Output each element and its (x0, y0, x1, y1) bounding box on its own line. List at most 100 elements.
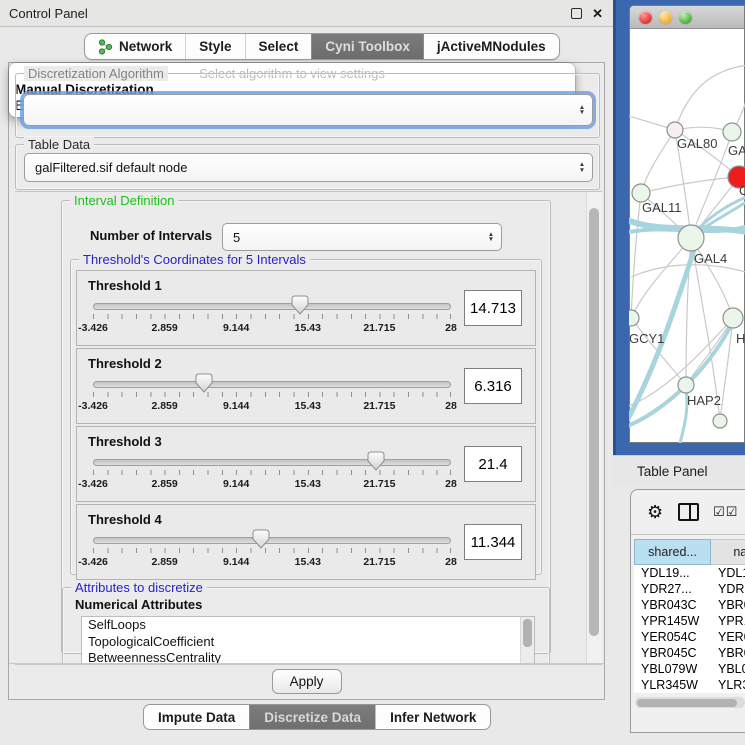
network-node-label: H (736, 331, 745, 346)
column-header-shared-name[interactable]: shared... (634, 539, 711, 565)
network-node-label: C (739, 183, 745, 198)
apply-button[interactable]: Apply (272, 669, 342, 694)
network-node-label: GAL80 (677, 136, 717, 151)
threshold-slider[interactable]: -3.426 2.859 9.144 15.43 21.715 28 (93, 375, 451, 417)
table-row[interactable]: YBR045CYBR045C (634, 645, 745, 661)
threshold-slider[interactable]: -3.426 2.859 9.144 15.43 21.715 28 (93, 453, 451, 495)
control-panel-titlebar: Control Panel ✕ (0, 0, 613, 27)
table-cell[interactable]: YBR043C (711, 597, 745, 613)
list-scrollbar[interactable] (520, 617, 534, 663)
slider-ticks (93, 548, 451, 553)
table-cell[interactable]: YBR045C (634, 645, 711, 661)
network-node[interactable] (678, 377, 694, 393)
network-node-label: GAL4 (694, 251, 727, 266)
list-item[interactable]: TopologicalCoefficient (82, 634, 534, 651)
tab-select[interactable]: Select (245, 34, 312, 59)
network-canvas[interactable]: GAL80GACGAL11GAL4GCY1HHAP2 (629, 27, 745, 443)
tab-style[interactable]: Style (185, 34, 244, 59)
table-row[interactable]: YBR043CYBR043C (634, 597, 745, 613)
algorithm-combobox[interactable]: ▲▼ (23, 94, 593, 126)
numerical-attributes-list[interactable]: SelfLoops TopologicalCoefficient Between… (81, 616, 535, 664)
network-node[interactable] (723, 123, 741, 141)
slider-track[interactable] (93, 537, 451, 544)
combo-stepper-icon[interactable]: ▲▼ (481, 232, 501, 243)
table-row[interactable]: YPR145WYPR145W (634, 613, 745, 629)
network-node[interactable] (629, 310, 639, 326)
table-body[interactable]: YDL19...YDL19...YDR27...YDR27...YBR043CY… (634, 565, 745, 693)
combo-stepper-icon[interactable]: ▲▼ (572, 105, 592, 116)
slider-thumb-icon[interactable] (195, 373, 213, 393)
table-cell[interactable]: YPR145W (634, 613, 711, 629)
thresholds-group: Threshold's Coordinates for 5 Intervals … (70, 259, 542, 575)
group-label: Attributes to discretize (71, 580, 207, 595)
threshold-slider[interactable]: -3.426 2.859 9.144 15.43 21.715 28 (93, 297, 451, 339)
bottom-tabbar: Impute Data Discretize Data Infer Networ… (143, 704, 491, 730)
network-node-label: GCY1 (629, 331, 664, 346)
minimize-traffic-light-icon[interactable] (659, 11, 672, 24)
tab-infer-network[interactable]: Infer Network (375, 705, 490, 729)
group-label: Threshold's Coordinates for 5 Intervals (79, 252, 310, 267)
table-cell[interactable]: YDR27... (711, 581, 745, 597)
table-cell[interactable]: YER054C (711, 629, 745, 645)
network-node[interactable] (723, 308, 743, 328)
network-icon (98, 39, 113, 55)
tab-impute-data[interactable]: Impute Data (144, 705, 249, 729)
tab-network[interactable]: Network (85, 34, 185, 59)
table-row[interactable]: YBL079WYBL079W (634, 661, 745, 677)
slider-track[interactable] (93, 459, 451, 466)
slider-thumb-icon[interactable] (367, 451, 385, 471)
tab-jactivemnodules[interactable]: jActiveMNodules (423, 34, 559, 59)
slider-thumb-icon[interactable] (252, 529, 270, 549)
table-cell[interactable]: YDR27... (634, 581, 711, 597)
table-row[interactable]: YER054CYER054C (634, 629, 745, 645)
number-of-intervals-combobox[interactable]: 5 ▲▼ (222, 223, 502, 251)
network-window-titlebar[interactable] (630, 6, 744, 29)
table-cell[interactable]: YBR043C (634, 597, 711, 613)
table-cell[interactable]: YBL079W (711, 661, 745, 677)
threshold-value-field[interactable]: 14.713 (464, 290, 522, 326)
column-header-name[interactable]: name (711, 539, 745, 565)
close-traffic-light-icon[interactable] (639, 11, 652, 24)
table-cell[interactable]: YBL079W (634, 661, 711, 677)
threshold-slider[interactable]: -3.426 2.859 9.144 15.43 21.715 28 (93, 531, 451, 573)
table-row[interactable]: YDL19...YDL19... (634, 565, 745, 581)
table-cell[interactable]: YPR145W (711, 613, 745, 629)
slider-track[interactable] (93, 381, 451, 388)
network-node[interactable] (678, 225, 704, 251)
table-cell[interactable]: YBR045C (711, 645, 745, 661)
table-data-combobox[interactable]: galFiltered.sif default node ▲▼ (24, 153, 593, 182)
list-item[interactable]: SelfLoops (82, 617, 534, 634)
table-cell[interactable]: YLR345W (711, 677, 745, 693)
cyni-toolbox-panel: Discretization Algorithm ▲▼ Select algor… (8, 62, 605, 700)
settings-vertical-scrollbar[interactable] (586, 192, 602, 664)
table-cell[interactable]: YDL19... (634, 565, 711, 581)
tab-cyni-toolbox[interactable]: Cyni Toolbox (311, 34, 423, 59)
table-row[interactable]: YDR27...YDR27... (634, 581, 745, 597)
number-of-intervals-label: Number of Intervals (90, 228, 212, 243)
settings-gear-icon[interactable]: ⚙ (647, 502, 663, 523)
zoom-traffic-light-icon[interactable] (679, 11, 692, 24)
slider-thumb-icon[interactable] (291, 295, 309, 315)
table-panel-toolbar: ⚙ ☑☑ (631, 490, 745, 535)
table-cell[interactable]: YLR345W (634, 677, 711, 693)
float-window-icon[interactable] (571, 8, 582, 19)
select-columns-checkboxes-icon[interactable]: ☑☑ (713, 504, 738, 520)
table-row[interactable]: YLR345WYLR345W (634, 677, 745, 693)
tab-discretize-data[interactable]: Discretize Data (249, 705, 375, 729)
combo-stepper-icon[interactable]: ▲▼ (572, 162, 592, 173)
threshold-value-field[interactable]: 6.316 (464, 368, 522, 404)
threshold-panel: Threshold 4 -3.426 2.859 9.144 15.43 21.… (76, 504, 536, 580)
threshold-panel: Threshold 1 -3.426 2.859 9.144 15.43 21.… (76, 270, 536, 346)
slider-track[interactable] (93, 303, 451, 310)
threshold-value-field[interactable]: 21.4 (464, 446, 522, 482)
table-cell[interactable]: YDL19... (711, 565, 745, 581)
network-node-label: HAP2 (687, 393, 721, 408)
split-columns-icon[interactable] (678, 503, 699, 521)
close-icon[interactable]: ✕ (592, 9, 603, 18)
network-node[interactable] (713, 414, 727, 428)
table-cell[interactable]: YER054C (634, 629, 711, 645)
attributes-group: Attributes to discretize Numerical Attri… (62, 587, 550, 665)
table-horizontal-scrollbar[interactable] (635, 697, 745, 708)
threshold-value-field[interactable]: 11.344 (464, 524, 522, 560)
list-item[interactable]: BetweennessCentrality (82, 650, 534, 664)
